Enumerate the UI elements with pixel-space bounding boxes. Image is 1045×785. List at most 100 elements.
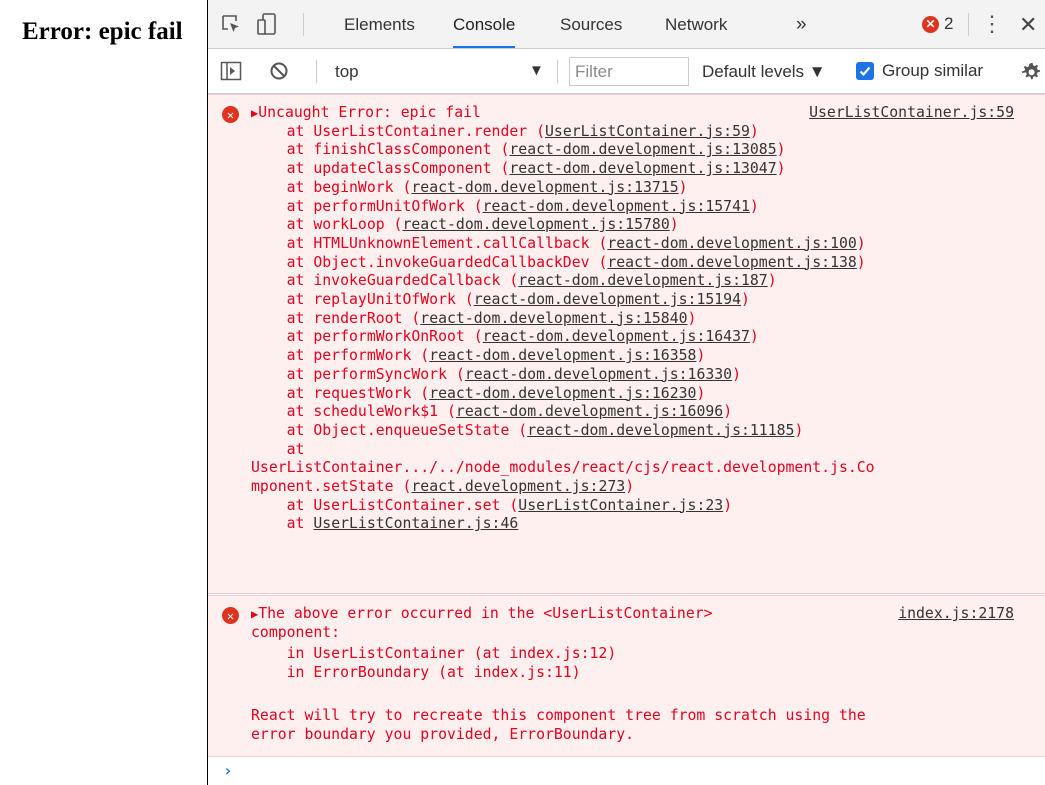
error-message-cont: component: [251, 623, 341, 641]
stack-frame: at Object.invokeGuardedCallbackDev (reac… [286, 253, 866, 271]
stack-frame-text: at Object.enqueueSetState [286, 421, 510, 439]
stack-file-link[interactable]: UserListContainer.js:23 [518, 497, 723, 514]
stack-frame-text: ) [749, 328, 759, 346]
stack-frame-text: ) [669, 216, 679, 234]
tab-elements[interactable]: Elements [344, 0, 415, 48]
devtools-panel: Elements Console Sources Network » ✕ 2 ⋮… [207, 0, 1045, 785]
stack-frame-text: at requestWork [286, 384, 412, 402]
stack-frame-text: at UserListContainer.render [286, 122, 528, 140]
stack-frame-text: ) [749, 122, 759, 140]
error-note: React will try to recreate this componen… [251, 707, 866, 724]
inspect-element-icon[interactable] [220, 0, 246, 48]
stack-frame: at performWorkOnRoot (react-dom.developm… [286, 328, 759, 346]
stack-file-link[interactable]: react-dom.development.js:11185 [527, 422, 794, 439]
stack-frame: at HTMLUnknownElement.callCallback (reac… [286, 234, 866, 252]
stack-frame-text: ) [856, 253, 866, 271]
stack-frame-text: ) [767, 272, 777, 290]
stack-frame-text: at scheduleWork$1 [286, 403, 439, 421]
stack-frame: mponent.setState (react.development.js:2… [251, 478, 635, 495]
stack-frame-text: ) [723, 496, 733, 514]
checkbox-checked-icon[interactable] [856, 62, 874, 80]
console-error-message[interactable]: ✕ ▶Uncaught Error: epic fail UserListCon… [208, 94, 1045, 594]
stack-file-link[interactable]: react-dom.development.js:13047 [509, 160, 776, 177]
stack-frame-text: at renderRoot [286, 309, 403, 327]
stack-frame-text: at performWorkOnRoot [286, 328, 465, 346]
stack-file-link[interactable]: react-dom.development.js:15840 [420, 310, 687, 327]
stack-frame: at updateClassComponent (react-dom.devel… [286, 160, 786, 178]
error-icon: ✕ [922, 15, 939, 33]
stack-frame-text: at workLoop [286, 216, 385, 234]
tab-console[interactable]: Console [453, 0, 516, 48]
stack-file-link[interactable]: react-dom.development.js:13085 [509, 141, 776, 158]
sidebar-toggle-icon[interactable] [220, 61, 242, 81]
stack-file-link[interactable]: react-dom.development.js:15741 [483, 198, 750, 215]
filter-input[interactable] [569, 57, 689, 86]
stack-frame-text: at [286, 515, 305, 533]
stack-file-link[interactable]: react-dom.development.js:16437 [483, 328, 750, 345]
group-similar-label: Group similar [882, 61, 984, 80]
stack-frame-text: ) [856, 234, 866, 252]
dropdown-caret-icon[interactable]: ▼ [529, 49, 544, 93]
stack-frame-text: mponent.setState [251, 478, 394, 495]
stack-frame: at Object.enqueueSetState (react-dom.dev… [286, 421, 804, 439]
stack-frame: at workLoop (react-dom.development.js:15… [286, 216, 679, 234]
stack-file-link[interactable]: react.development.js:273 [411, 478, 625, 495]
console-prompt-icon[interactable]: › [223, 761, 233, 780]
error-note: error boundary you provided, ErrorBounda… [251, 725, 635, 743]
device-toolbar-icon[interactable] [256, 0, 282, 48]
stack-frame: at performWork (react-dom.development.js… [286, 347, 706, 365]
error-message: The above error occurred in the <UserLis… [258, 605, 713, 622]
stack-file-link[interactable]: react-dom.development.js:16230 [429, 385, 696, 402]
console-output: ✕ ▶Uncaught Error: epic fail UserListCon… [208, 94, 1045, 785]
clear-console-icon[interactable] [269, 61, 289, 81]
error-count: 2 [944, 14, 954, 33]
source-link[interactable]: index.js:2178 [898, 605, 1014, 624]
stack-file-link[interactable]: react-dom.development.js:16096 [456, 403, 723, 420]
stack-frame-text: at UserListContainer.set [286, 496, 501, 514]
stack-frame-text: at [286, 440, 305, 458]
console-error-message[interactable]: ✕ ▶The above error occurred in the <User… [208, 595, 1045, 757]
stack-file-link[interactable]: UserListContainer.js:59 [545, 123, 750, 140]
stack-file-link[interactable]: react-dom.development.js:15194 [474, 291, 741, 308]
tab-sources[interactable]: Sources [560, 0, 622, 48]
stack-frame-text: at finishClassComponent [286, 141, 492, 159]
source-link[interactable]: UserListContainer.js:59 [809, 104, 1014, 123]
group-similar-toggle[interactable]: Group similar [856, 49, 983, 93]
stack-frame-text: ) [696, 347, 706, 365]
stack-frame: at performUnitOfWork (react-dom.developm… [286, 197, 759, 215]
stack-file-link[interactable]: react-dom.development.js:16358 [429, 347, 696, 364]
tab-separator [968, 13, 969, 36]
more-options-icon[interactable]: ⋮ [981, 0, 1003, 48]
stack-file-link[interactable]: react-dom.development.js:15780 [402, 216, 669, 233]
more-tabs-button[interactable]: » [796, 0, 807, 48]
stack-frame-text: ) [625, 478, 635, 495]
error-icon: ✕ [222, 106, 239, 123]
tab-network[interactable]: Network [665, 0, 727, 48]
stack-file-link[interactable]: react-dom.development.js:13715 [411, 179, 678, 196]
page-heading: Error: epic fail [22, 18, 183, 45]
page-content: Error: epic fail [0, 0, 207, 785]
stack-frame-text: at performUnitOfWork [286, 197, 465, 215]
stack-file-link[interactable]: react-dom.development.js:187 [518, 272, 767, 289]
settings-gear-icon[interactable] [1020, 61, 1042, 83]
stack-file-link[interactable]: react-dom.development.js:100 [607, 235, 856, 252]
error-count-badge[interactable]: ✕ 2 [922, 12, 953, 36]
error-message: Uncaught Error: epic fail [258, 104, 481, 121]
stack-frame-text: ) [696, 384, 706, 402]
close-icon[interactable]: ✕ [1019, 0, 1037, 48]
stack-frame-text: ) [678, 178, 688, 196]
stack-frame: at UserListContainer.js:46 [251, 515, 1036, 534]
stack-frame: at scheduleWork$1 (react-dom.development… [286, 403, 733, 421]
stack-frame-text: ) [776, 160, 786, 178]
stack-frame-text: ) [794, 421, 804, 439]
stack-file-link[interactable]: react-dom.development.js:138 [607, 254, 856, 271]
stack-frame-text: at updateClassComponent [286, 160, 492, 178]
tab-separator [303, 13, 304, 36]
error-icon: ✕ [222, 607, 239, 624]
stack-frame: UserListContainer.../../node_modules/rea… [251, 459, 1036, 478]
stack-file-link[interactable]: react-dom.development.js:16330 [465, 366, 732, 383]
log-levels-dropdown[interactable]: Default levels ▼ [702, 49, 826, 93]
stack-frame-text: at Object.invokeGuardedCallbackDev [286, 253, 590, 271]
context-selector[interactable]: top [335, 49, 359, 93]
stack-file-link[interactable]: UserListContainer.js:46 [313, 515, 518, 532]
